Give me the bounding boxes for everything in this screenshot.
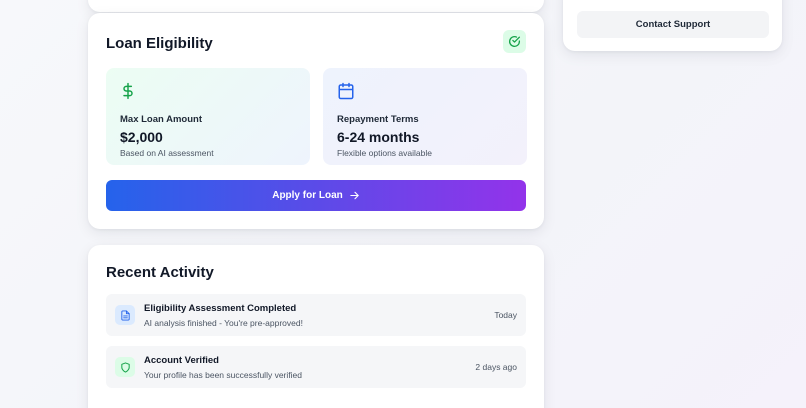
calendar-icon [337, 80, 513, 102]
repayment-terms-value: 6-24 months [337, 129, 420, 145]
activity-item: Account Verified Your profile has been s… [106, 346, 526, 388]
max-loan-tile: Max Loan Amount $2,000 Based on AI asses… [106, 68, 310, 165]
activity-description: AI analysis finished - You're pre-approv… [144, 318, 303, 328]
previous-card [88, 0, 544, 12]
recent-activity-card: Recent Activity Eligibility Assessment C… [88, 245, 544, 408]
support-card: Contact Support [563, 0, 782, 51]
max-loan-label: Max Loan Amount [120, 114, 202, 125]
loan-eligibility-card: Loan Eligibility Max Loan Amount $2,000 … [88, 13, 544, 229]
loan-eligibility-title: Loan Eligibility [106, 35, 213, 52]
document-icon [115, 305, 135, 325]
shield-icon [115, 357, 135, 377]
max-loan-value: $2,000 [120, 129, 163, 145]
max-loan-note: Based on AI assessment [120, 148, 214, 158]
activity-item: Eligibility Assessment Completed AI anal… [106, 294, 526, 336]
repayment-terms-note: Flexible options available [337, 148, 432, 158]
activity-title: Eligibility Assessment Completed [144, 303, 297, 314]
activity-time: 2 days ago [475, 362, 517, 372]
arrow-right-icon [349, 190, 360, 201]
apply-for-loan-button[interactable]: Apply for Loan [106, 180, 526, 211]
check-circle-icon [503, 30, 526, 53]
recent-activity-title: Recent Activity [106, 264, 214, 281]
activity-title: Account Verified [144, 355, 219, 366]
dollar-icon [120, 80, 296, 102]
contact-support-button[interactable]: Contact Support [577, 11, 769, 38]
repayment-terms-tile: Repayment Terms 6-24 months Flexible opt… [323, 68, 527, 165]
repayment-terms-label: Repayment Terms [337, 114, 419, 125]
apply-for-loan-label: Apply for Loan [272, 190, 343, 201]
activity-description: Your profile has been successfully verif… [144, 370, 302, 380]
activity-time: Today [494, 310, 517, 320]
